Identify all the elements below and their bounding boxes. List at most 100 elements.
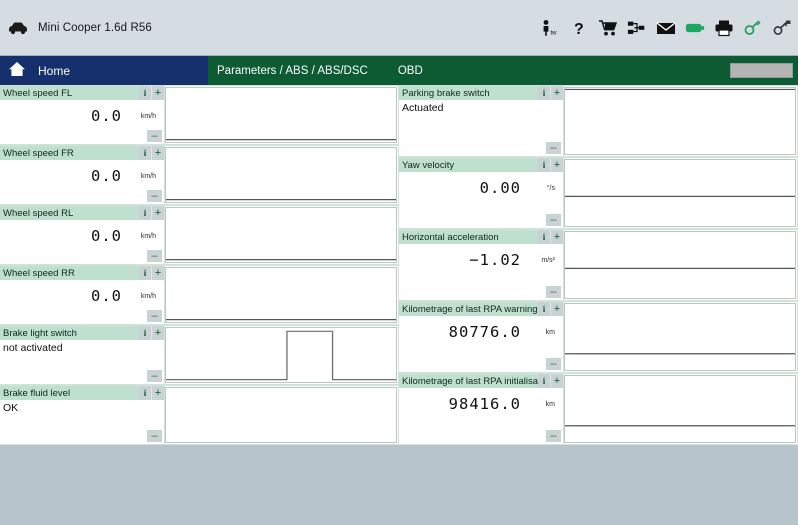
parameter-graph-cell[interactable] bbox=[564, 373, 798, 444]
zoom-out-button[interactable]: – bbox=[147, 130, 162, 142]
info-button[interactable]: i bbox=[139, 326, 151, 340]
info-button[interactable]: i bbox=[139, 266, 151, 280]
zoom-out-button[interactable]: – bbox=[546, 430, 561, 442]
parameter-header-buttons: i + bbox=[139, 86, 164, 100]
parameter-header-buttons: i + bbox=[538, 302, 563, 316]
parameter-value-cell: Parking brake switch i + Actuated – bbox=[399, 85, 564, 156]
parameter-body: Actuated – bbox=[399, 100, 563, 156]
zoom-out-button[interactable]: – bbox=[546, 142, 561, 154]
parameter-value-cell: Wheel speed RR i + 0.0 km/h – bbox=[0, 265, 165, 324]
info-button[interactable]: i bbox=[538, 230, 550, 244]
parameter-header-buttons: i + bbox=[538, 230, 563, 244]
zoom-in-button[interactable]: + bbox=[550, 230, 563, 244]
parameter-graph-cell[interactable] bbox=[165, 325, 399, 384]
parameter-graph-cell[interactable] bbox=[564, 229, 798, 300]
parameter-graph-cell[interactable] bbox=[165, 85, 399, 144]
key-refresh-icon[interactable] bbox=[743, 18, 763, 38]
parameter-value: 0.0 bbox=[91, 107, 122, 125]
parameter-graph-cell[interactable] bbox=[564, 301, 798, 372]
zoom-in-button[interactable]: + bbox=[151, 206, 164, 220]
info-button[interactable]: i bbox=[538, 158, 550, 172]
svg-text:tw: tw bbox=[551, 31, 558, 37]
parameter-row: Horizontal acceleration i + −1.02 m/s² – bbox=[399, 229, 798, 301]
nav-breadcrumb-bar: Parameters / ABS / ABS/DSC OBD bbox=[208, 56, 798, 85]
zoom-in-button[interactable]: + bbox=[151, 146, 164, 160]
info-button[interactable]: i bbox=[538, 374, 550, 388]
nav-home-button[interactable]: Home bbox=[0, 56, 208, 85]
car-icon bbox=[7, 21, 29, 35]
zoom-out-button[interactable]: – bbox=[147, 310, 162, 322]
parameter-header-buttons: i + bbox=[139, 266, 164, 280]
zoom-out-button[interactable]: – bbox=[546, 358, 561, 370]
parameter-header: Wheel speed RL i + bbox=[0, 206, 164, 220]
zoom-in-button[interactable]: + bbox=[151, 326, 164, 340]
network-icon[interactable] bbox=[627, 18, 647, 38]
parameter-row: Wheel speed FR i + 0.0 km/h – bbox=[0, 145, 399, 205]
parameter-graph-cell[interactable] bbox=[165, 265, 399, 324]
parameter-value-cell: Brake fluid level i + OK – bbox=[0, 385, 165, 444]
zoom-in-button[interactable]: + bbox=[151, 86, 164, 100]
parameter-unit: km/h bbox=[140, 113, 156, 120]
parameter-body: OK – bbox=[0, 400, 164, 444]
parameter-body: −1.02 m/s² – bbox=[399, 244, 563, 300]
parameter-graph-cell[interactable] bbox=[564, 85, 798, 156]
parameter-row: Parking brake switch i + Actuated – bbox=[399, 85, 798, 157]
zoom-in-button[interactable]: + bbox=[151, 386, 164, 400]
zoom-in-button[interactable]: + bbox=[550, 374, 563, 388]
application-window: Mini Cooper 1.6d R56 tw ? Home Parameter… bbox=[0, 0, 798, 525]
zoom-out-button[interactable]: – bbox=[546, 214, 561, 226]
info-button[interactable]: i bbox=[139, 206, 151, 220]
parameter-header: Brake fluid level i + bbox=[0, 386, 164, 400]
mail-envelope-icon[interactable] bbox=[656, 18, 676, 38]
info-button[interactable]: i bbox=[139, 386, 151, 400]
battery-icon[interactable] bbox=[685, 18, 705, 38]
key-icon[interactable] bbox=[772, 18, 792, 38]
parameter-value: 0.0 bbox=[91, 167, 122, 185]
parameter-value-cell: Wheel speed RL i + 0.0 km/h – bbox=[0, 205, 165, 264]
zoom-out-button[interactable]: – bbox=[147, 190, 162, 202]
zoom-in-button[interactable]: + bbox=[550, 158, 563, 172]
zoom-in-button[interactable]: + bbox=[550, 86, 563, 100]
info-button[interactable]: i bbox=[538, 302, 550, 316]
parameter-graph bbox=[564, 159, 796, 227]
info-button[interactable]: i bbox=[139, 146, 151, 160]
parameter-value: Actuated bbox=[402, 102, 444, 114]
parameter-value-cell: Wheel speed FL i + 0.0 km/h – bbox=[0, 85, 165, 144]
help-question-icon[interactable]: ? bbox=[569, 18, 589, 38]
parameter-header-buttons: i + bbox=[139, 386, 164, 400]
parameter-header: Brake light switch i + bbox=[0, 326, 164, 340]
parameter-graph bbox=[165, 267, 397, 323]
parameter-graph-cell[interactable] bbox=[165, 145, 399, 204]
breadcrumb[interactable]: Parameters / ABS / ABS/DSC bbox=[217, 65, 368, 77]
parameter-value: −1.02 bbox=[469, 251, 521, 269]
parameter-graph bbox=[165, 327, 397, 383]
zoom-out-button[interactable]: – bbox=[147, 430, 162, 442]
parameter-graph-cell[interactable] bbox=[165, 205, 399, 264]
zoom-out-button[interactable]: – bbox=[546, 286, 561, 298]
parameter-graph-cell[interactable] bbox=[165, 385, 399, 444]
zoom-out-button[interactable]: – bbox=[147, 370, 162, 382]
info-button[interactable]: i bbox=[139, 86, 151, 100]
parameter-unit: km/h bbox=[140, 233, 156, 240]
parameter-header-buttons: i + bbox=[538, 158, 563, 172]
parameter-graph bbox=[564, 87, 796, 155]
parameter-value-cell: Horizontal acceleration i + −1.02 m/s² – bbox=[399, 229, 564, 300]
parameter-header-buttons: i + bbox=[538, 86, 563, 100]
zoom-in-button[interactable]: + bbox=[151, 266, 164, 280]
zoom-out-button[interactable]: – bbox=[147, 250, 162, 262]
parameter-body: 0.00 °/s – bbox=[399, 172, 563, 228]
parameter-value-cell: Kilometrage of last RPA warning i +80776.0… bbox=[399, 301, 564, 372]
person-tw-icon[interactable]: tw bbox=[540, 18, 560, 38]
shopping-cart-icon[interactable] bbox=[598, 18, 618, 38]
title-bar: Mini Cooper 1.6d R56 tw ? bbox=[0, 0, 798, 56]
parameter-unit: km bbox=[545, 401, 555, 408]
zoom-in-button[interactable]: + bbox=[550, 302, 563, 316]
parameter-header: Parking brake switch i + bbox=[399, 86, 563, 100]
info-button[interactable]: i bbox=[538, 86, 550, 100]
parameter-graph-cell[interactable] bbox=[564, 157, 798, 228]
parameter-row: Yaw velocity i + 0.00 °/s – bbox=[399, 157, 798, 229]
parameter-body: not activated – bbox=[0, 340, 164, 384]
nav-obd-label[interactable]: OBD bbox=[398, 65, 423, 77]
printer-icon[interactable] bbox=[714, 18, 734, 38]
navigation-bar: Home Parameters / ABS / ABS/DSC OBD bbox=[0, 56, 798, 85]
